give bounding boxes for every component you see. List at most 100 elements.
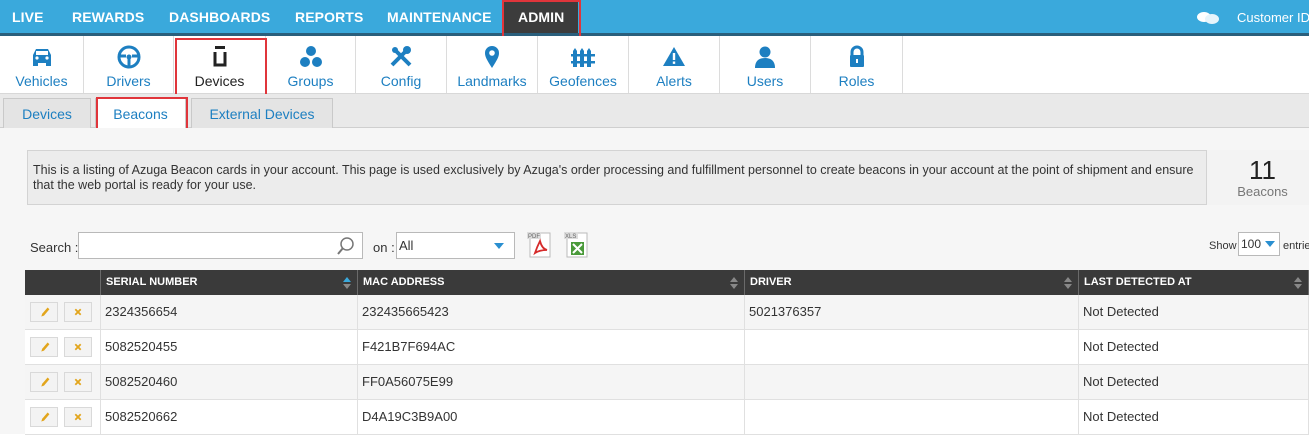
tab-beacons[interactable]: Beacons [95, 98, 186, 129]
nav-reports[interactable]: REPORTS [295, 0, 363, 33]
toolbar-geofences[interactable]: Geofences [538, 36, 629, 93]
info-text: This is a listing of Azuga Beacon cards … [33, 163, 1194, 192]
cell-last-detected: Not Detected [1079, 295, 1309, 330]
col-serial-number[interactable]: SERIAL NUMBER [101, 270, 358, 295]
toolbar-roles[interactable]: Roles [811, 36, 903, 93]
beacon-count: 11 [1249, 155, 1276, 185]
warning-icon [663, 47, 685, 66]
top-nav: LIVE REWARDS DASHBOARDS REPORTS MAINTENA… [0, 0, 1309, 36]
cell-driver: 5021376357 [745, 295, 1079, 330]
cell-serial: 5082520455 [101, 330, 358, 365]
delete-icon[interactable] [64, 302, 92, 322]
tab-external-devices[interactable]: External Devices [191, 98, 333, 128]
chat-icon[interactable] [1196, 11, 1220, 25]
tools-icon [390, 46, 412, 67]
cell-driver [745, 365, 1079, 400]
toolbar-label: Roles [838, 73, 875, 89]
toolbar-label: Groups [287, 73, 334, 89]
nav-rewards[interactable]: REWARDS [72, 0, 144, 33]
toolbar-users[interactable]: Users [720, 36, 811, 93]
row-actions [25, 400, 101, 435]
col-driver-label: DRIVER [750, 276, 792, 288]
beacons-table: SERIAL NUMBER MAC ADDRESS DRIVER LAST DE… [25, 270, 1309, 435]
search-icon[interactable] [336, 236, 356, 256]
nav-admin[interactable]: ADMIN [504, 0, 579, 33]
pdf-label: PDF [528, 234, 540, 240]
toolbar-label: Users [746, 73, 784, 89]
cell-serial: 5082520662 [101, 400, 358, 435]
toolbar-label: Vehicles [15, 73, 68, 89]
edit-icon[interactable] [30, 337, 58, 357]
sort-icon [730, 277, 738, 289]
filter-column-value: All [399, 238, 414, 253]
page-size-value: 100 [1241, 237, 1262, 251]
cell-mac: F421B7F694AC [358, 330, 745, 365]
filter-column-select[interactable]: All [396, 232, 515, 259]
cell-driver [745, 330, 1079, 365]
sort-asc-icon [343, 277, 351, 289]
xls-export-icon[interactable]: XLS [564, 231, 590, 259]
toolbar-label: Devices [194, 73, 245, 89]
toolbar-alerts[interactable]: Alerts [629, 36, 720, 93]
cell-last-detected: Not Detected [1079, 400, 1309, 435]
chevron-down-icon [1265, 241, 1275, 247]
sub-tabs: Devices Beacons External Devices [0, 94, 1309, 129]
col-mac-address[interactable]: MAC ADDRESS [358, 270, 745, 295]
row-actions [25, 295, 101, 330]
show-label: Show [1209, 240, 1237, 252]
toolbar-label: Geofences [549, 73, 617, 89]
table-row: 2324356654 232435665423 5021376357 Not D… [25, 295, 1309, 330]
filter-row: Search : on : All PDF XLS Show 100 entri… [0, 232, 1309, 262]
tab-devices[interactable]: Devices [3, 98, 91, 128]
toolbar-label: Config [380, 73, 422, 89]
delete-icon[interactable] [64, 337, 92, 357]
edit-icon[interactable] [30, 302, 58, 322]
beacon-count-label: Beacons [1237, 184, 1288, 199]
nav-live[interactable]: LIVE [12, 0, 44, 33]
col-actions [25, 270, 101, 295]
fence-icon [571, 48, 595, 67]
cell-serial: 5082520460 [101, 365, 358, 400]
admin-toolbar: Vehicles Drivers Devices Groups Config L… [0, 36, 1309, 94]
nav-maintenance[interactable]: MAINTENANCE [387, 0, 492, 33]
edit-icon[interactable] [30, 372, 58, 392]
lock-icon [849, 45, 864, 67]
toolbar-landmarks[interactable]: Landmarks [447, 36, 538, 93]
row-actions [25, 365, 101, 400]
toolbar-groups[interactable]: Groups [266, 36, 356, 93]
toolbar-drivers[interactable]: Drivers [84, 36, 174, 93]
beacon-count-box: 11 Beacons [1206, 150, 1309, 205]
toolbar-label: Landmarks [457, 73, 527, 89]
cell-last-detected: Not Detected [1079, 330, 1309, 365]
sort-icon [1294, 277, 1302, 289]
col-mac-address-label: MAC ADDRESS [363, 276, 445, 288]
toolbar-devices[interactable]: Devices [174, 36, 266, 93]
device-icon [213, 46, 226, 67]
delete-icon[interactable] [64, 372, 92, 392]
cell-last-detected: Not Detected [1079, 365, 1309, 400]
search-input[interactable] [78, 232, 363, 259]
row-actions [25, 330, 101, 365]
col-last-detected-label: LAST DETECTED AT [1084, 276, 1192, 288]
car-icon [32, 49, 51, 66]
map-pin-icon [485, 46, 499, 68]
page-size-select[interactable]: 100 [1238, 232, 1280, 256]
user-icon [755, 46, 775, 68]
delete-icon[interactable] [64, 407, 92, 427]
toolbar-vehicles[interactable]: Vehicles [0, 36, 84, 93]
cell-mac: D4A19C3B9A00 [358, 400, 745, 435]
cell-serial: 2324356654 [101, 295, 358, 330]
toolbar-config[interactable]: Config [356, 36, 447, 93]
edit-icon[interactable] [30, 407, 58, 427]
table-header: SERIAL NUMBER MAC ADDRESS DRIVER LAST DE… [25, 270, 1309, 295]
pdf-export-icon[interactable]: PDF [527, 231, 553, 259]
steering-wheel-icon [117, 45, 140, 69]
on-label: on : [373, 240, 395, 255]
nav-dashboards[interactable]: DASHBOARDS [169, 0, 270, 33]
chevron-down-icon [494, 243, 504, 249]
table-row: 5082520455 F421B7F694AC Not Detected [25, 330, 1309, 365]
col-last-detected[interactable]: LAST DETECTED AT [1079, 270, 1309, 295]
col-driver[interactable]: DRIVER [745, 270, 1079, 295]
col-serial-number-label: SERIAL NUMBER [106, 276, 198, 288]
cell-mac: 232435665423 [358, 295, 745, 330]
